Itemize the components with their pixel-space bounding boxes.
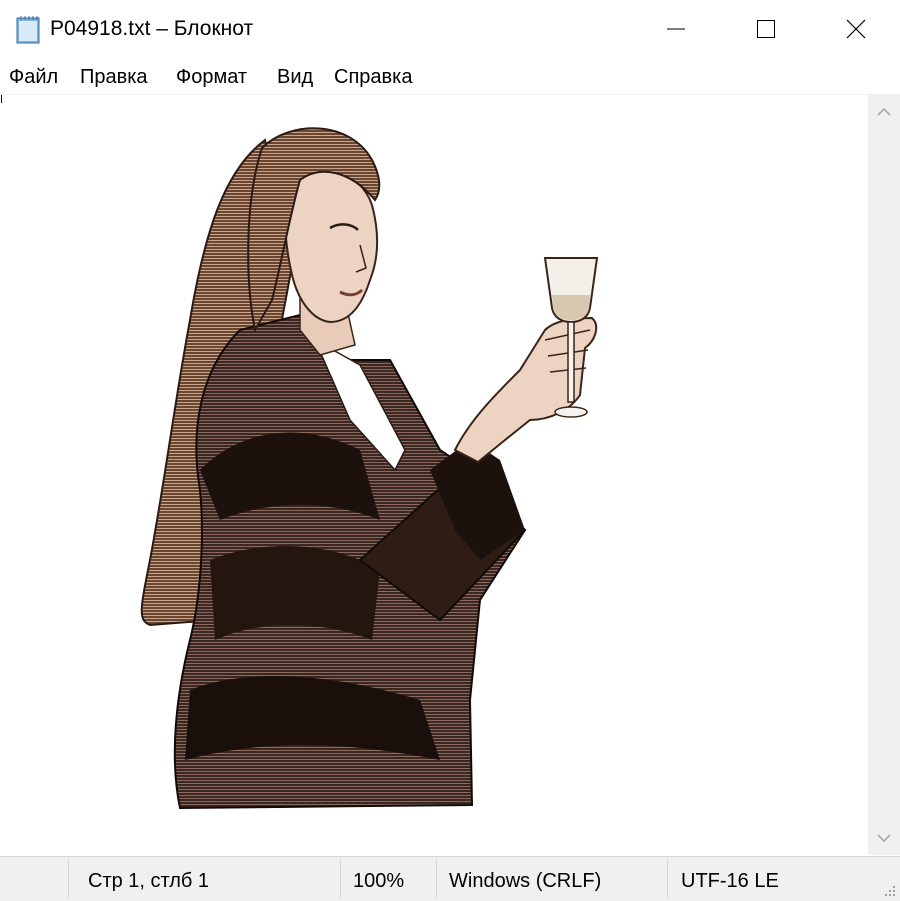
scroll-down-button[interactable] — [868, 821, 900, 855]
menu-file[interactable]: Файл — [8, 65, 59, 89]
menu-help[interactable]: Справка — [333, 65, 413, 89]
minimize-icon — [667, 28, 685, 30]
resize-grip-icon[interactable] — [882, 883, 896, 897]
chevron-up-icon — [877, 107, 891, 116]
close-button[interactable] — [810, 0, 900, 58]
menu-edit[interactable]: Правка — [79, 65, 149, 89]
title-bar: P04918.txt – Блокнот — [0, 0, 900, 60]
maximize-icon — [757, 20, 775, 38]
text-editor-area[interactable] — [0, 95, 868, 855]
minimize-button[interactable] — [630, 0, 722, 58]
menu-bar: Файл Правка Формат Вид Справка — [0, 60, 900, 95]
status-bar: Стр 1, стлб 1 100% Windows (CRLF) UTF-16… — [0, 856, 900, 901]
woman-raising-glass-illustration — [140, 127, 599, 810]
status-separator — [436, 859, 437, 899]
notepad-icon — [16, 16, 40, 44]
maximize-button[interactable] — [720, 0, 812, 58]
scroll-up-button[interactable] — [868, 95, 900, 129]
chevron-down-icon — [877, 834, 891, 843]
status-separator — [340, 859, 341, 899]
vertical-scrollbar[interactable] — [868, 95, 900, 855]
window-title: P04918.txt – Блокнот — [50, 17, 254, 40]
status-separator — [68, 859, 69, 899]
close-icon — [846, 19, 866, 39]
menu-view[interactable]: Вид — [276, 65, 314, 89]
encoding: UTF-16 LE — [681, 870, 779, 892]
menu-format[interactable]: Формат — [175, 65, 248, 89]
zoom-level: 100% — [353, 870, 405, 892]
status-separator — [667, 859, 668, 899]
cursor-position: Стр 1, стлб 1 — [88, 870, 210, 892]
line-endings: Windows (CRLF) — [449, 870, 602, 892]
